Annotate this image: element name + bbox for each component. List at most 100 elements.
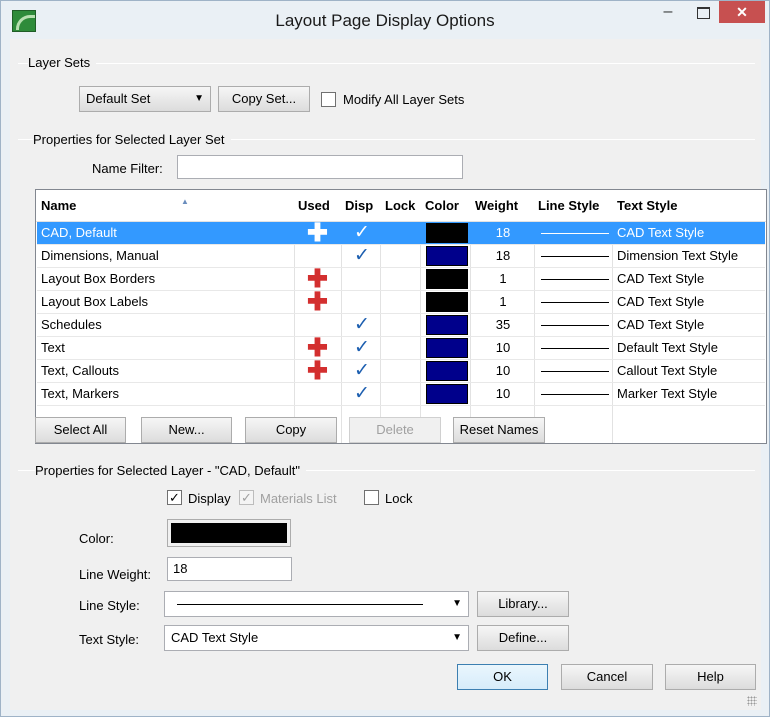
dialog-content: Layer Sets Default Set ▼ Copy Set... Mod… bbox=[10, 39, 767, 710]
table-row[interactable]: Text ✚ ✓ 10 Default Text Style bbox=[37, 336, 765, 361]
line-style-preview bbox=[177, 604, 423, 605]
select-all-button[interactable]: Select All bbox=[35, 417, 126, 443]
reset-names-button[interactable]: Reset Names bbox=[453, 417, 545, 443]
layer-name: Text, Callouts bbox=[41, 363, 120, 378]
line-style-select[interactable]: ▼ bbox=[164, 591, 469, 617]
line-style-preview bbox=[541, 348, 609, 349]
layer-name: Layout Box Labels bbox=[41, 294, 148, 309]
display-label: Display bbox=[188, 491, 231, 506]
used-plus-icon[interactable]: ✚ bbox=[307, 267, 328, 292]
close-button[interactable]: ✕ bbox=[719, 1, 765, 23]
line-style-preview bbox=[541, 302, 609, 303]
line-style-preview bbox=[541, 394, 609, 395]
column-header-line-style[interactable]: Line Style bbox=[538, 198, 599, 213]
column-header-used[interactable]: Used bbox=[298, 198, 330, 213]
layer-text-style: Dimension Text Style bbox=[617, 248, 739, 263]
layer-text-style: Callout Text Style bbox=[617, 363, 718, 378]
color-picker-button[interactable] bbox=[167, 519, 291, 547]
layer-text-style: CAD Text Style bbox=[617, 271, 705, 286]
display-check-icon[interactable]: ✓ bbox=[354, 314, 370, 336]
line-weight-input[interactable]: 18 bbox=[167, 557, 292, 581]
table-row[interactable]: CAD, Default ✚ ✓ 18 CAD Text Style bbox=[37, 221, 765, 246]
library-button[interactable]: Library... bbox=[477, 591, 569, 617]
layer-name: Text, Markers bbox=[41, 386, 120, 401]
copy-layer-button[interactable]: Copy bbox=[245, 417, 337, 443]
color-swatch[interactable] bbox=[426, 246, 468, 266]
line-style-preview bbox=[541, 371, 609, 372]
color-swatch[interactable] bbox=[426, 315, 468, 335]
line-style-label: Line Style: bbox=[79, 598, 140, 613]
resize-grip[interactable] bbox=[747, 696, 757, 706]
layer-text-style: CAD Text Style bbox=[617, 225, 705, 240]
color-swatch[interactable] bbox=[426, 361, 468, 381]
modify-all-label: Modify All Layer Sets bbox=[343, 92, 465, 107]
display-check-icon[interactable]: ✓ bbox=[354, 222, 370, 244]
maximize-button[interactable] bbox=[687, 1, 717, 25]
chevron-down-icon: ▼ bbox=[194, 93, 204, 104]
layer-weight: 10 bbox=[495, 363, 511, 378]
layer-name: Schedules bbox=[41, 317, 102, 332]
table-row[interactable]: Text, Markers ✓ 10 Marker Text Style bbox=[37, 383, 765, 406]
copy-set-button[interactable]: Copy Set... bbox=[218, 86, 310, 112]
layer-name: CAD, Default bbox=[41, 225, 117, 240]
column-header-text-style[interactable]: Text Style bbox=[617, 198, 677, 213]
define-button[interactable]: Define... bbox=[477, 625, 569, 651]
display-check-icon[interactable]: ✓ bbox=[354, 245, 370, 267]
text-style-select[interactable]: CAD Text Style ▼ bbox=[164, 625, 469, 651]
new-layer-button[interactable]: New... bbox=[141, 417, 232, 443]
group-divider bbox=[18, 63, 755, 64]
name-filter-input[interactable] bbox=[177, 155, 463, 179]
layer-set-select[interactable]: Default Set ▼ bbox=[79, 86, 211, 112]
layer-properties-group-label: Properties for Selected Layer - "CAD, De… bbox=[35, 463, 307, 478]
text-style-label: Text Style: bbox=[79, 632, 139, 647]
minimize-button[interactable]: – bbox=[653, 1, 683, 25]
color-swatch[interactable] bbox=[426, 292, 468, 312]
column-header-name[interactable]: Name ▲ bbox=[41, 197, 189, 213]
column-header-disp[interactable]: Disp bbox=[345, 198, 373, 213]
used-plus-icon[interactable]: ✚ bbox=[307, 359, 328, 384]
table-row[interactable]: Layout Box Borders ✚ 1 CAD Text Style bbox=[37, 267, 765, 292]
line-style-preview bbox=[541, 325, 609, 326]
layer-name: Dimensions, Manual bbox=[41, 248, 159, 263]
chevron-down-icon: ▼ bbox=[452, 598, 462, 609]
sort-ascending-icon: ▲ bbox=[181, 197, 189, 206]
table-row[interactable]: Schedules ✓ 35 CAD Text Style bbox=[37, 314, 765, 337]
line-style-preview bbox=[541, 233, 609, 234]
layer-sets-group-label: Layer Sets bbox=[28, 55, 97, 70]
layer-weight: 10 bbox=[495, 340, 511, 355]
display-checkbox[interactable]: ✓ bbox=[167, 490, 182, 505]
materials-list-checkbox[interactable]: ✓ bbox=[239, 490, 254, 505]
modify-all-checkbox[interactable] bbox=[321, 92, 336, 107]
display-check-icon[interactable]: ✓ bbox=[354, 360, 370, 382]
color-swatch bbox=[171, 523, 287, 543]
display-check-icon[interactable]: ✓ bbox=[354, 383, 370, 405]
layer-weight: 18 bbox=[495, 248, 511, 263]
lock-checkbox[interactable] bbox=[364, 490, 379, 505]
column-header-color[interactable]: Color bbox=[425, 198, 459, 213]
help-button[interactable]: Help bbox=[665, 664, 756, 690]
used-plus-icon[interactable]: ✚ bbox=[307, 336, 328, 361]
layer-text-style: Marker Text Style bbox=[617, 386, 718, 401]
used-plus-icon[interactable]: ✚ bbox=[307, 221, 328, 246]
column-header-weight[interactable]: Weight bbox=[475, 198, 518, 213]
ok-button[interactable]: OK bbox=[457, 664, 548, 690]
layer-text-style: CAD Text Style bbox=[617, 294, 705, 309]
table-row[interactable]: Layout Box Labels ✚ 1 CAD Text Style bbox=[37, 290, 765, 315]
column-header-lock[interactable]: Lock bbox=[385, 198, 415, 213]
layer-set-properties-group-label: Properties for Selected Layer Set bbox=[33, 132, 231, 147]
color-swatch[interactable] bbox=[426, 338, 468, 358]
line-weight-label: Line Weight: bbox=[79, 567, 152, 582]
color-swatch[interactable] bbox=[426, 384, 468, 404]
layers-table[interactable]: Name ▲ Used Disp Lock Color Weight Line … bbox=[35, 189, 767, 444]
display-check-icon[interactable]: ✓ bbox=[354, 337, 370, 359]
color-swatch[interactable] bbox=[426, 269, 468, 289]
cancel-button[interactable]: Cancel bbox=[561, 664, 653, 690]
color-swatch[interactable] bbox=[426, 223, 468, 243]
table-row[interactable]: Dimensions, Manual ✓ 18 Dimension Text Styl… bbox=[37, 245, 765, 268]
title-bar[interactable]: Layout Page Display Options – ✕ bbox=[1, 1, 769, 39]
layer-weight: 18 bbox=[495, 225, 511, 240]
layer-weight: 1 bbox=[499, 294, 507, 309]
delete-layer-button[interactable]: Delete bbox=[349, 417, 441, 443]
used-plus-icon[interactable]: ✚ bbox=[307, 290, 328, 315]
table-row[interactable]: Text, Callouts ✚ ✓ 10 Callout Text Style bbox=[37, 359, 765, 384]
